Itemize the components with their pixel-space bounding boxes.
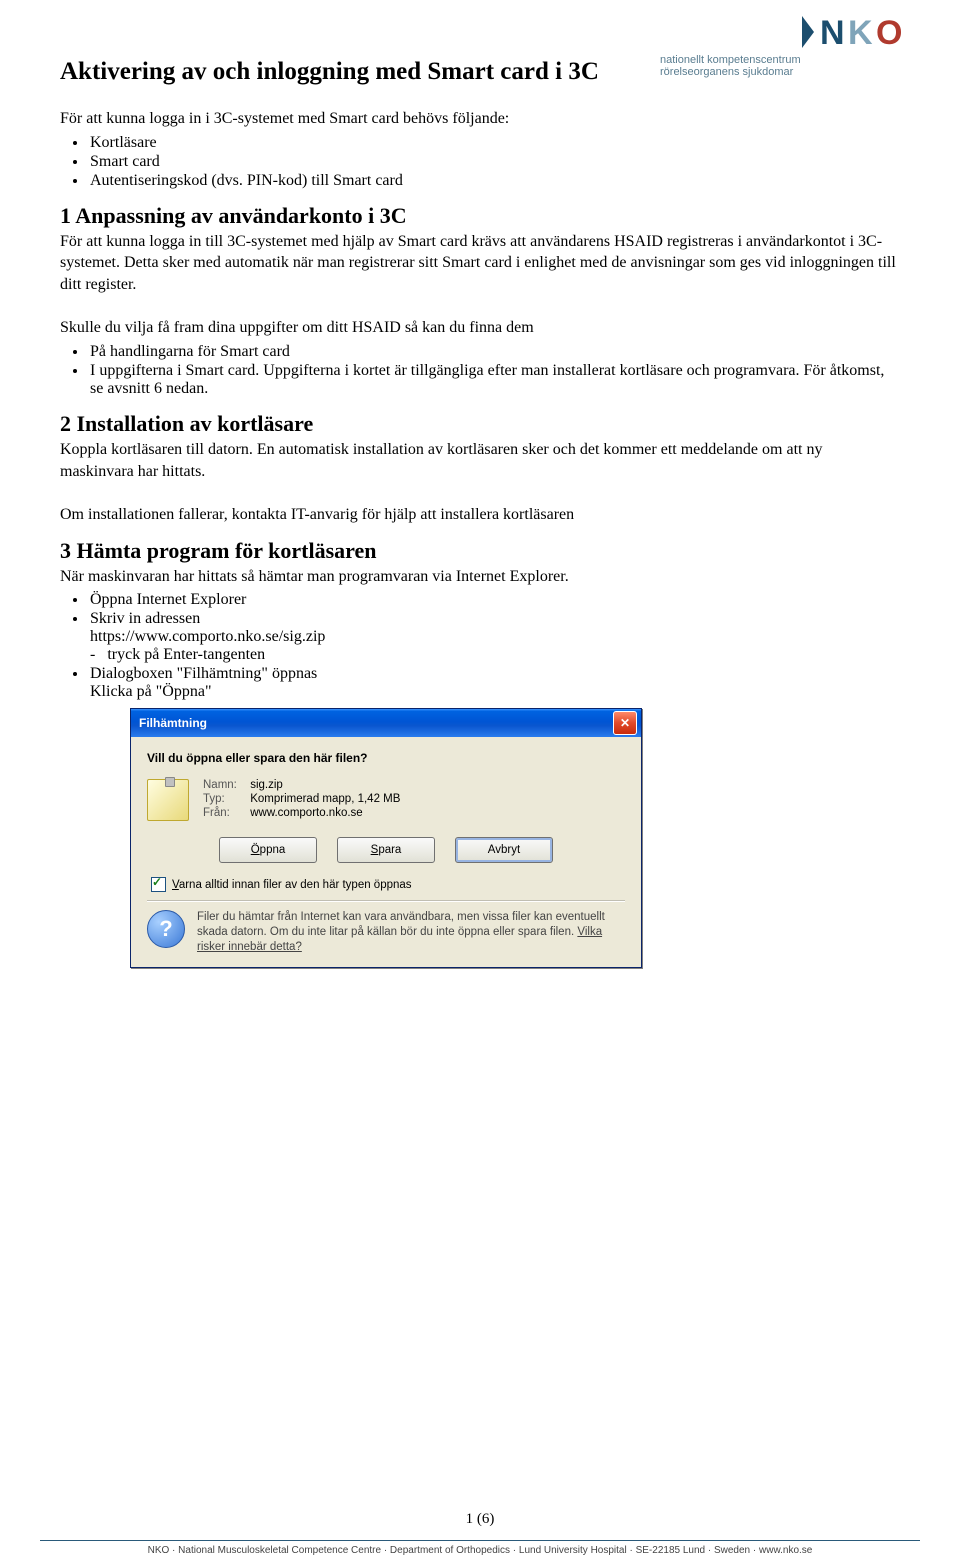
close-button[interactable]: ✕ xyxy=(613,711,637,735)
document-page: N K O nationellt kompetenscentrum rörels… xyxy=(0,0,960,1568)
section-1-list: På handlingarna för Smart card I uppgift… xyxy=(60,343,900,399)
list-item: Dialogboxen "Filhämtning" öppnas Klicka … xyxy=(88,665,900,702)
logo-tagline-1: nationellt kompetenscentrum xyxy=(660,54,801,66)
file-type: Komprimerad mapp, 1,42 MB xyxy=(250,793,400,805)
save-button[interactable]: Spara xyxy=(337,837,435,863)
section-1-p2: Skulle du vilja få fram dina uppgifter o… xyxy=(60,317,900,339)
list-item: Öppna Internet Explorer xyxy=(88,591,900,610)
logo-mark-icon: N K O xyxy=(800,12,920,52)
zip-folder-icon xyxy=(147,779,189,821)
logo-tagline-2: rörelseorganens sjukdomar xyxy=(660,66,793,78)
open-button[interactable]: Öppna xyxy=(219,837,317,863)
type-label: Typ: xyxy=(203,793,247,805)
section-3-heading: 3 Hämta program för kortläsaren xyxy=(60,538,900,564)
section-3-list: Öppna Internet Explorer Skriv in adresse… xyxy=(60,591,900,702)
list-item: Smart card xyxy=(88,153,900,172)
section-2-p1: Koppla kortläsaren till datorn. En autom… xyxy=(60,439,900,482)
logo: N K O nationellt kompetenscentrum rörels… xyxy=(660,12,920,78)
list-item-label: Skriv in adressen xyxy=(90,610,200,627)
list-item-sub: Klicka på "Öppna" xyxy=(90,683,900,701)
sub-instruction: - tryck på Enter-tangenten xyxy=(90,646,900,664)
file-meta: Namn: sig.zip Typ: Komprimerad mapp, 1,4… xyxy=(203,779,400,821)
intro-text: För att kunna logga in i 3C-systemet med… xyxy=(60,108,900,130)
file-from: www.comporto.nko.se xyxy=(250,807,363,819)
dialog-titlebar: Filhämtning ✕ xyxy=(131,709,641,737)
footer-text: NKO · National Musculoskeletal Competenc… xyxy=(40,1540,920,1556)
cancel-button[interactable]: Avbryt xyxy=(455,837,553,863)
question-icon: ? xyxy=(147,910,185,948)
section-2-heading: 2 Installation av kortläsare xyxy=(60,411,900,437)
list-item: Kortläsare xyxy=(88,134,900,153)
always-warn-checkbox[interactable]: Varna alltid innan filer av den här type… xyxy=(151,877,625,892)
section-3-p1: När maskinvaran har hittats så hämtar ma… xyxy=(60,566,900,588)
svg-text:K: K xyxy=(848,14,873,52)
list-item-label: Dialogboxen "Filhämtning" öppnas xyxy=(90,665,317,682)
close-icon: ✕ xyxy=(620,716,630,730)
file-name: sig.zip xyxy=(250,779,283,791)
svg-text:O: O xyxy=(876,14,902,52)
section-2-p2: Om installationen fallerar, kontakta IT-… xyxy=(60,504,900,526)
info-panel: ? Filer du hämtar från Internet kan vara… xyxy=(147,910,625,955)
separator xyxy=(147,900,625,902)
info-text: Filer du hämtar från Internet kan vara a… xyxy=(197,911,605,938)
dialog-title: Filhämtning xyxy=(139,716,207,730)
list-item: Skriv in adressen https://www.comporto.n… xyxy=(88,610,900,665)
list-item: På handlingarna för Smart card xyxy=(88,343,900,362)
url-text: https://www.comporto.nko.se/sig.zip xyxy=(90,628,900,646)
list-item: Autentiseringskod (dvs. PIN-kod) till Sm… xyxy=(88,172,900,191)
section-1-p1: För att kunna logga in till 3C-systemet … xyxy=(60,231,900,296)
from-label: Från: xyxy=(203,807,247,819)
name-label: Namn: xyxy=(203,779,247,791)
dialog-question: Vill du öppna eller spara den här filen? xyxy=(147,751,625,765)
intro-list: Kortläsare Smart card Autentiseringskod … xyxy=(60,134,900,191)
file-download-dialog: Filhämtning ✕ Vill du öppna eller spara … xyxy=(130,708,642,968)
list-item: I uppgifterna i Smart card. Uppgifterna … xyxy=(88,362,900,399)
checkbox-icon xyxy=(151,877,166,892)
svg-text:N: N xyxy=(820,14,845,52)
page-number: 1 (6) xyxy=(0,1511,960,1528)
section-1-heading: 1 Anpassning av användarkonto i 3C xyxy=(60,203,900,229)
